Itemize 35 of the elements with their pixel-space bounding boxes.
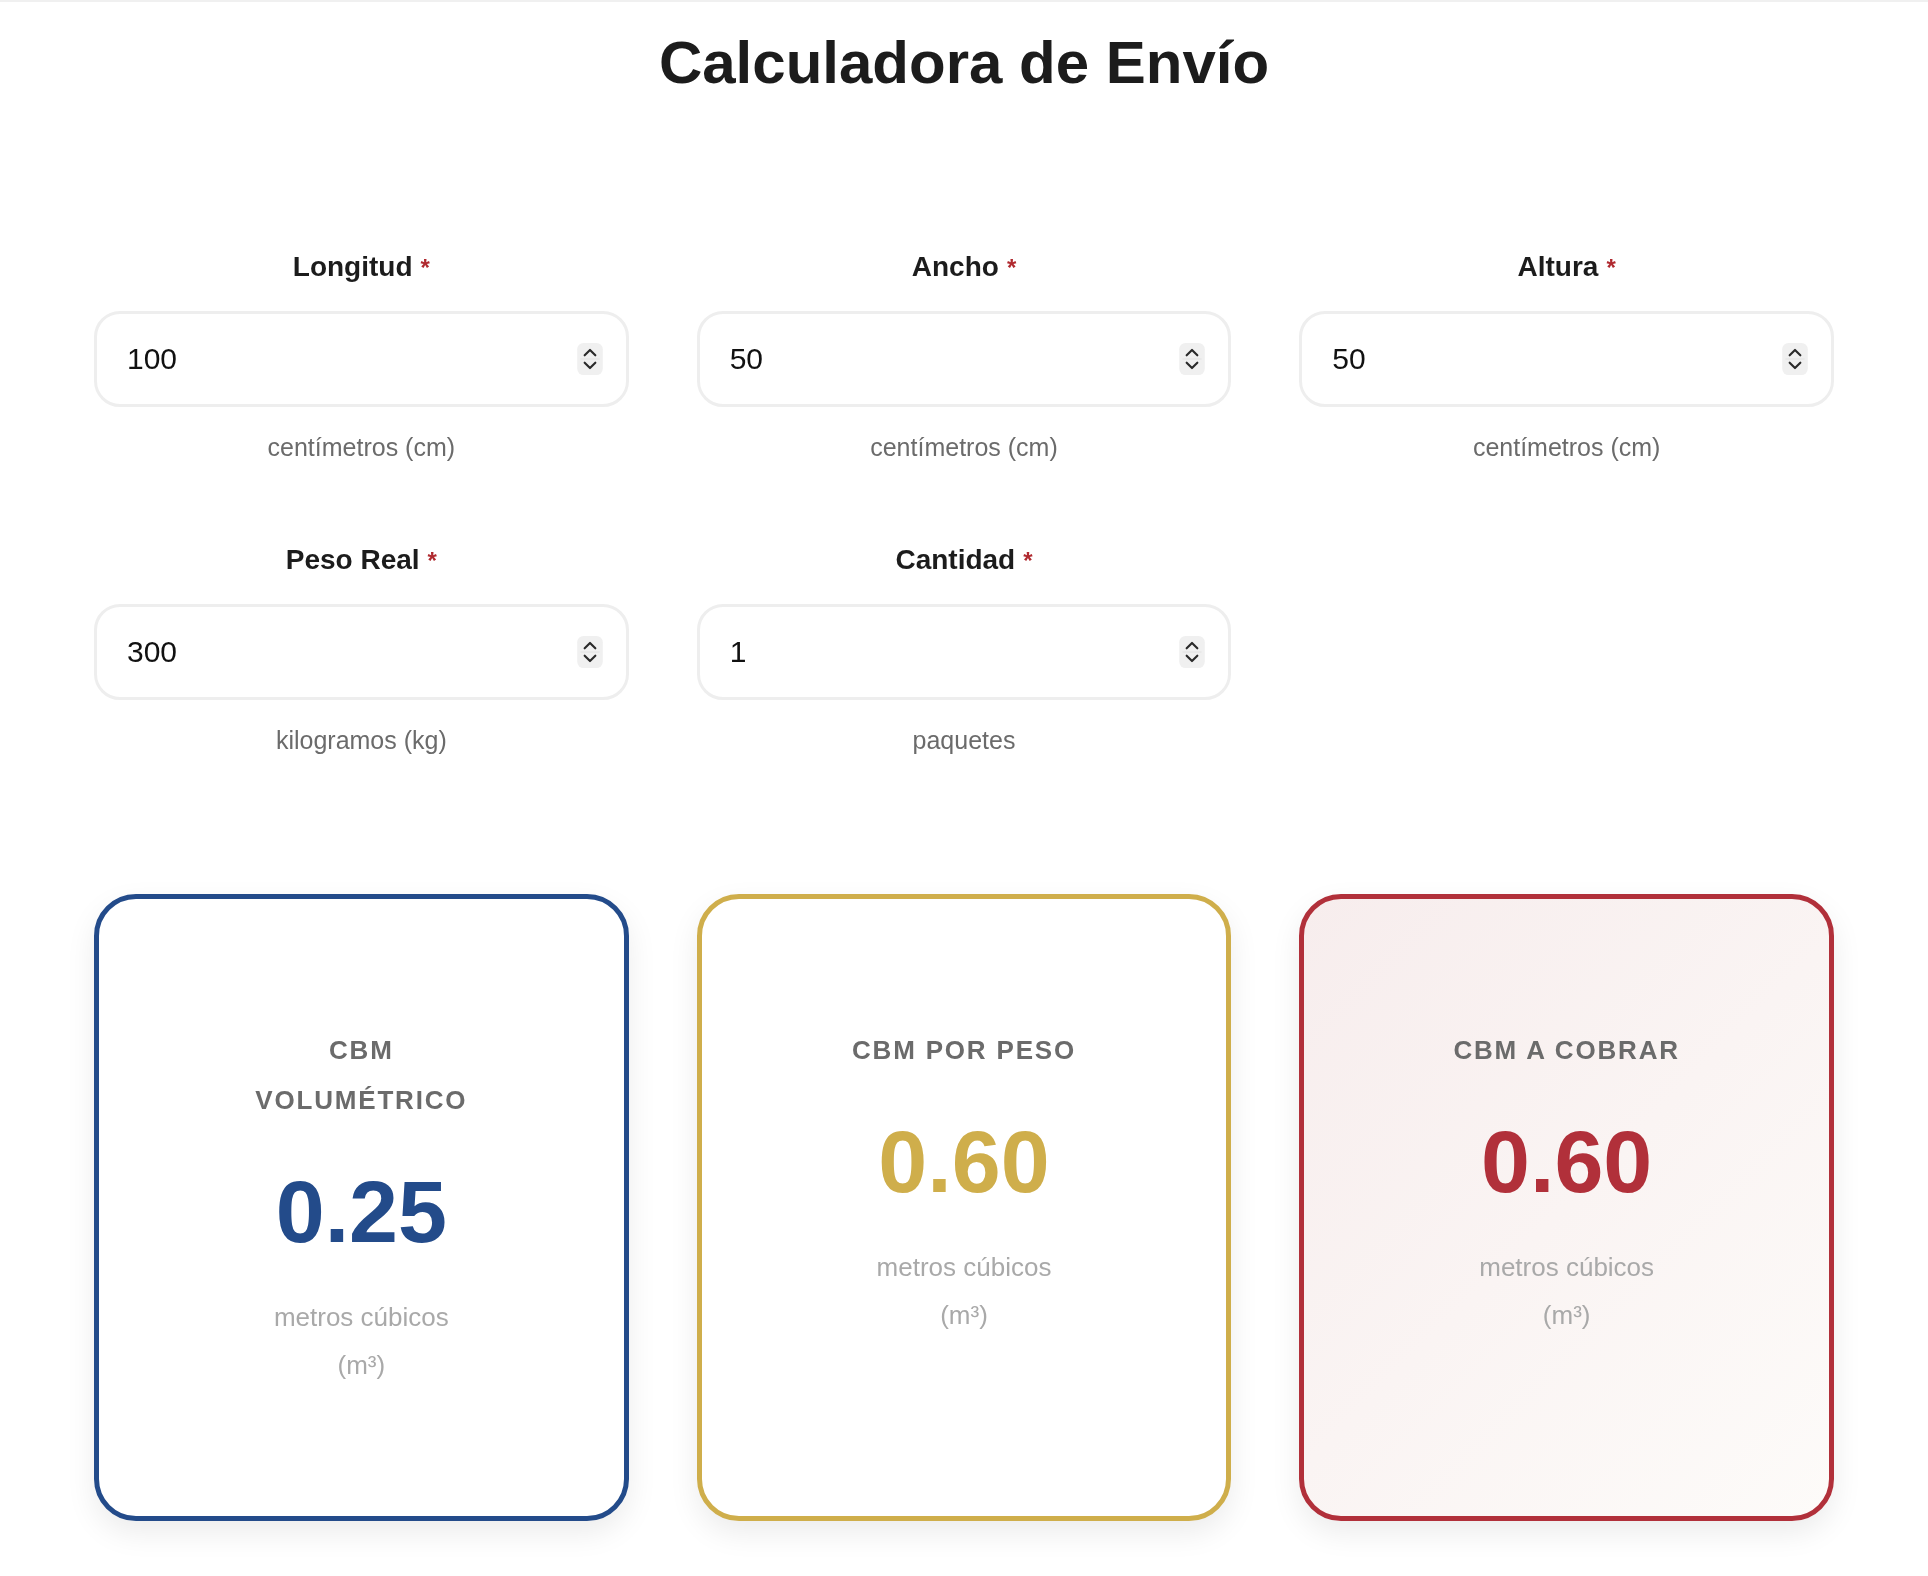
field-label: Peso Real [285,543,420,577]
result-value: 0.60 [878,1113,1050,1210]
result-unit: metros cúbicos (m³) [875,1251,1053,1332]
field-label: Cantidad [895,543,1016,577]
number-input[interactable]: 50 [696,311,1232,407]
result-label: CBM VOLUMÉTRICO [254,1034,469,1117]
result-unit: metros cúbicos (m³) [1478,1251,1656,1332]
number-input[interactable]: 100 [94,311,629,407]
result-value: 0.60 [1481,1113,1653,1210]
result-label: CBM POR PESO [850,1034,1078,1067]
result-unit: metros cúbicos (m³) [272,1301,450,1382]
page-title: Calculadora de Envío [658,28,1270,98]
required-asterisk: * [1606,253,1616,283]
field-label: Ancho [911,250,999,284]
unit-hint: kilogramos (kg) [275,725,447,755]
required-asterisk: * [1023,546,1033,576]
required-asterisk: * [1006,253,1017,283]
required-asterisk: * [427,546,437,576]
chevrons-up-down-icon[interactable] [1782,343,1808,375]
field-label: Altura [1517,250,1599,284]
number-input[interactable]: 300 [94,604,629,700]
unit-hint: paquetes [912,725,1016,755]
result-label: CBM A COBRAR [1452,1034,1681,1067]
chevrons-up-down-icon[interactable] [576,636,603,668]
unit-hint: centímetros (cm) [870,432,1058,462]
field-label: Longitud [292,250,413,284]
unit-hint: centímetros (cm) [267,432,456,462]
chevrons-up-down-icon[interactable] [1179,343,1206,375]
unit-hint: centímetros (cm) [1472,432,1661,462]
number-input[interactable]: 50 [1299,311,1834,407]
required-asterisk: * [420,253,430,283]
number-input[interactable]: 1 [696,604,1232,700]
chevrons-up-down-icon[interactable] [576,343,603,375]
chevrons-up-down-icon[interactable] [1179,636,1206,668]
result-value: 0.25 [275,1163,447,1260]
